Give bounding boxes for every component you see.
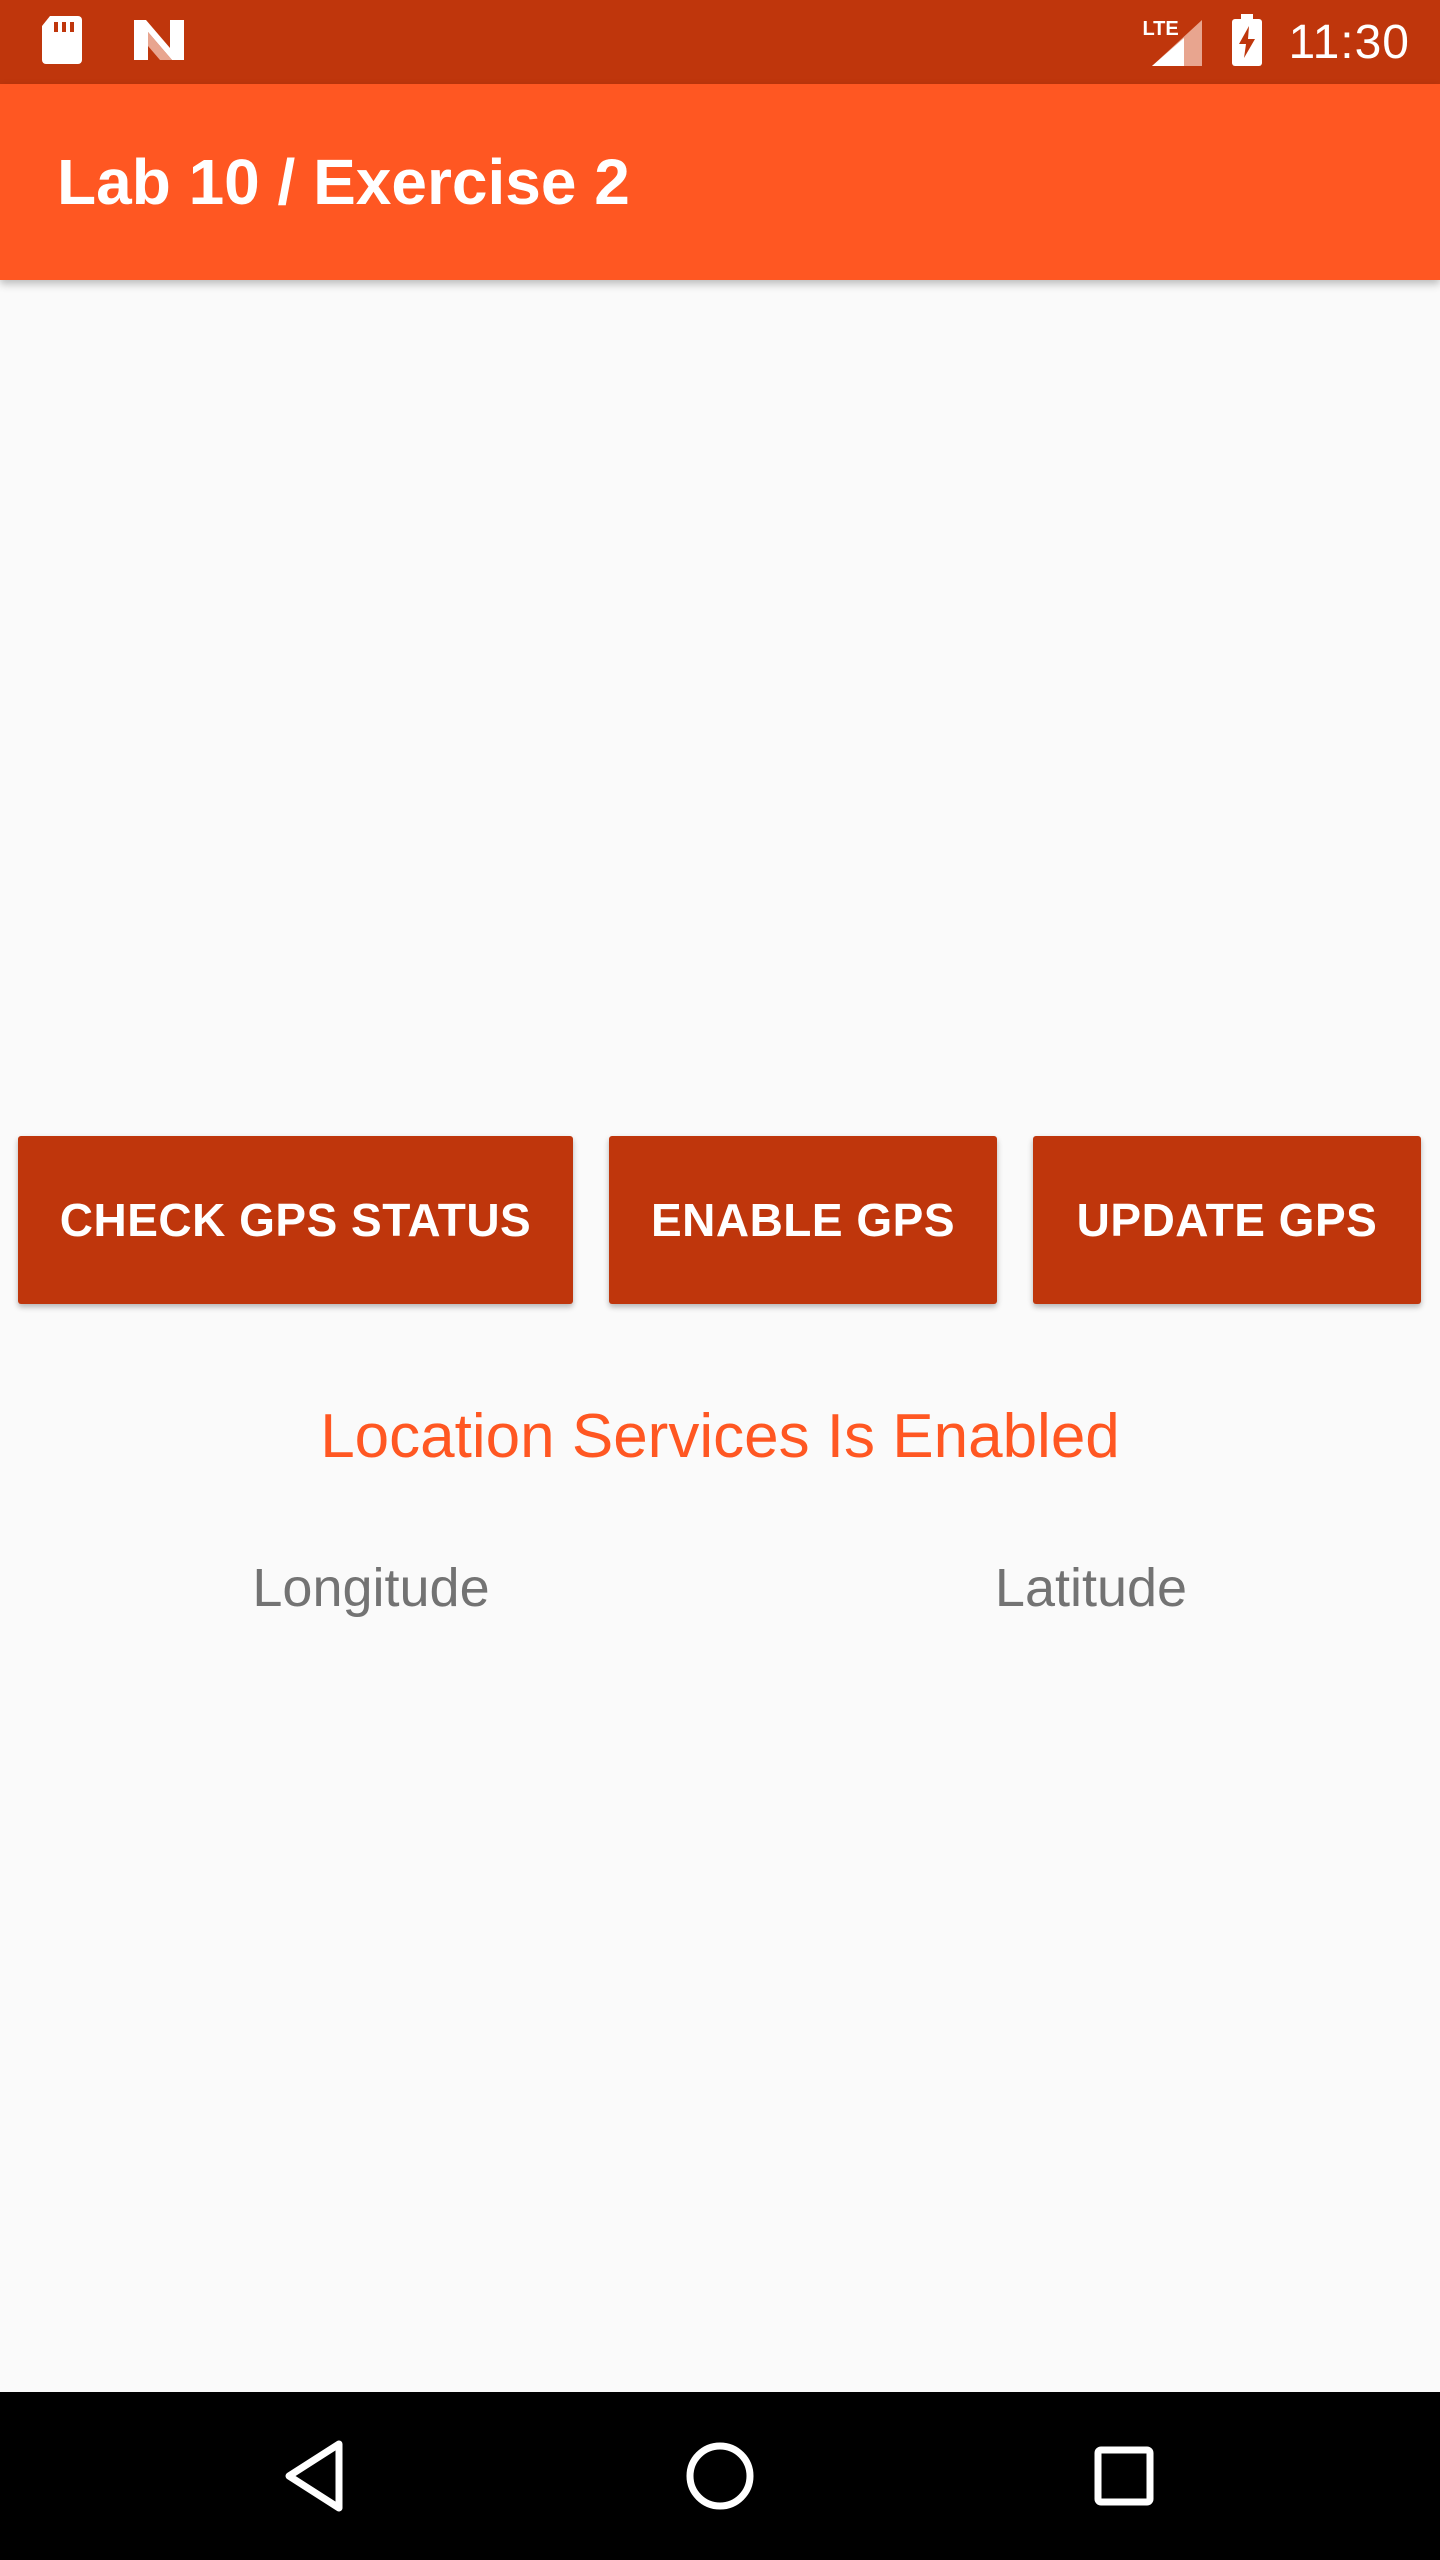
back-icon[interactable] [232,2392,400,2560]
update-gps-button[interactable]: UPDATE GPS [1033,1136,1421,1304]
status-right-icons: LTE 11:30 [1142,0,1410,84]
status-time: 11:30 [1288,15,1410,69]
app-bar: Lab 10 / Exercise 2 [0,84,1440,280]
navigation-bar [0,2392,1440,2560]
page-title: Lab 10 / Exercise 2 [57,146,630,218]
latitude-label: Latitude [994,1558,1188,1618]
longitude-label: Longitude [252,1558,490,1618]
check-gps-status-button[interactable]: CHECK GPS STATUS [18,1136,573,1304]
status-bar: LTE 11:30 [0,0,1440,84]
location-status-text: Location Services Is Enabled [320,1402,1120,1471]
status-left-icons [40,14,188,70]
n-logo-icon [132,18,188,67]
sd-card-icon [40,14,84,71]
signal-icon: LTE [1142,14,1206,70]
battery-charging-icon [1230,12,1264,73]
screen: LTE 11:30 Lab 10 / Exercise 2 CHECK GPS … [0,0,1440,2560]
enable-gps-button[interactable]: ENABLE GPS [609,1136,997,1304]
recent-apps-icon[interactable] [1040,2392,1208,2560]
home-icon[interactable] [636,2392,804,2560]
